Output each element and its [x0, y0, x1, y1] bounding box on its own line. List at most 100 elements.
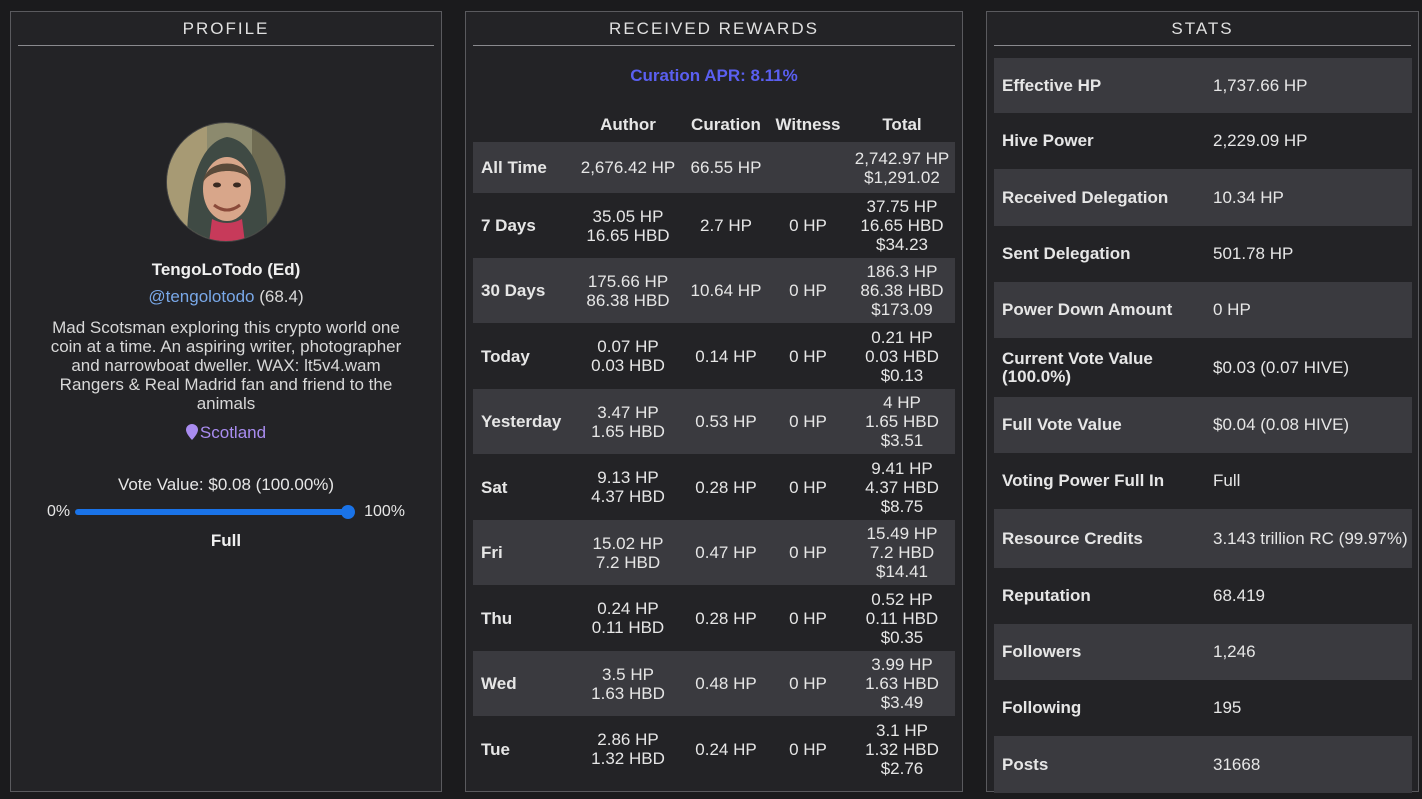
stat-label: Power Down Amount	[1002, 300, 1173, 319]
author-cell: 0.24 HP 0.11 HBD	[591, 599, 665, 637]
stat-label: Received Delegation	[1002, 187, 1169, 207]
stats-panel: STATS Effective HP 1,737.66 HP Hive Power 2…	[986, 11, 1419, 793]
stat-label: Followers	[1002, 642, 1082, 661]
stat-row: Resource Credits 3.143 trillion RC (99.97…	[994, 509, 1412, 568]
author-cell: 2.86 HP 1.32 HBD	[591, 730, 665, 768]
stat-value: 1,737.66 HP	[1213, 75, 1308, 95]
period-cell: Today	[481, 346, 530, 366]
profile-handle-line: @tengolotodo (68.4)	[11, 287, 441, 307]
witness-cell: 0 HP	[789, 608, 827, 628]
stat-row: Posts 31668	[994, 736, 1412, 793]
rewards-row: Sat 9.13 HP 4.37 HBD 0.28 HP 0 HP 9.41 HP 4.…	[473, 454, 955, 520]
total-cell: 9.41 HP 4.37 HBD $8.75	[865, 458, 939, 516]
stat-value: 2,229.09 HP	[1213, 131, 1308, 150]
period-cell: Wed	[481, 674, 517, 693]
witness-cell: 0 HP	[789, 216, 827, 235]
witness-cell: 0 HP	[789, 412, 827, 431]
period-cell: Thu	[481, 608, 513, 628]
vote-weight-slider-row: 0% 100%	[47, 503, 405, 523]
slider-min-label: 0%	[47, 503, 71, 520]
profile-location-label: Scotland	[199, 423, 267, 442]
period-cell: All Time	[481, 158, 547, 177]
curation-apr: Curation APR: 8.11%	[630, 66, 798, 85]
rewards-row: 30 Days 175.66 HP 86.38 HBD 10.64 HP 0 HP 18…	[473, 258, 955, 323]
witness-cell: 0 HP	[789, 739, 827, 759]
slider-max-label: 100%	[364, 503, 405, 520]
rewards-panel: RECEIVED REWARDS Curation APR: 8.11% Aut…	[465, 11, 963, 792]
stat-label: Effective HP	[1002, 75, 1102, 95]
stat-row: Following 195	[994, 680, 1412, 736]
total-cell: 4 HP 1.65 HBD $3.51	[865, 393, 939, 450]
stat-value: 0 HP	[1213, 300, 1251, 319]
avatar-image	[167, 123, 285, 241]
rewards-row: Today 0.07 HP 0.03 HBD 0.14 HP 0 HP 0.21 HP …	[473, 323, 955, 389]
witness-cell: 0 HP	[789, 674, 827, 693]
stat-label: Following	[1002, 698, 1082, 717]
total-cell: 2,742.97 HP $1,291.02	[854, 148, 950, 187]
stat-row: Reputation 68.419	[994, 568, 1412, 624]
rewards-row: 7 Days 35.05 HP 16.65 HBD 2.7 HP 0 HP 37.75 …	[473, 193, 955, 258]
stat-value: 501.78 HP	[1213, 244, 1294, 263]
stat-value: Full	[1213, 471, 1241, 490]
stat-value: 195	[1213, 698, 1242, 717]
rewards-table: Author Curation Witness Total All Time 2,…	[473, 108, 955, 782]
stat-value: 10.34 HP	[1213, 187, 1284, 207]
stat-value: 68.419	[1213, 586, 1265, 605]
stat-label: Voting Power Full In	[1002, 471, 1165, 490]
avatar[interactable]	[166, 122, 286, 242]
stat-label: Hive Power	[1002, 131, 1094, 150]
curation-cell: 0.24 HP	[695, 739, 757, 759]
curation-cell: 0.48 HP	[695, 674, 757, 693]
rewards-row: Tue 2.86 HP 1.32 HBD 0.24 HP 0 HP 3.1 HP 1.3…	[473, 716, 955, 782]
curation-cell: 0.53 HP	[695, 412, 757, 431]
stat-row: Hive Power 2,229.09 HP	[994, 113, 1412, 169]
stat-row: Sent Delegation 501.78 HP	[994, 226, 1412, 282]
vote-weight-slider-handle[interactable]	[341, 505, 355, 519]
stat-row: Voting Power Full In Full	[994, 453, 1412, 509]
rewards-row: Yesterday 3.47 HP 1.65 HBD 0.53 HP 0 HP 4 HP…	[473, 389, 955, 454]
curation-cell: 0.28 HP	[695, 477, 757, 497]
period-cell: 30 Days	[481, 281, 546, 300]
period-cell: Sat	[481, 477, 508, 497]
witness-cell: 0 HP	[789, 543, 827, 562]
total-cell: 37.75 HP 16.65 HBD $34.23	[860, 197, 944, 254]
period-cell: Tue	[481, 739, 510, 759]
column-header-total: Total	[882, 115, 922, 134]
curation-cell: 2.7 HP	[700, 216, 752, 235]
vote-weight-slider[interactable]	[75, 509, 349, 515]
stat-value: $0.03 (0.07 HIVE)	[1213, 357, 1350, 377]
stat-value: 1,246	[1213, 642, 1256, 661]
stat-row: Effective HP 1,737.66 HP	[994, 58, 1412, 113]
column-header-author: Author	[600, 115, 656, 134]
rewards-row: Thu 0.24 HP 0.11 HBD 0.28 HP 0 HP 0.52 HP 0.…	[473, 585, 955, 651]
curation-cell: 0.47 HP	[695, 543, 757, 562]
map-pin-icon	[185, 424, 198, 440]
profile-panel: PROFILE TengoLoTodo (Ed) @tengolotodo (6…	[10, 11, 442, 792]
stat-label: Posts	[1002, 754, 1049, 774]
stats-list: Effective HP 1,737.66 HP Hive Power 2,229.0…	[994, 58, 1412, 793]
author-cell: 3.47 HP 1.65 HBD	[591, 402, 665, 441]
profile-handle-link[interactable]: @tengolotodo	[148, 287, 254, 306]
profile-panel-title: PROFILE	[18, 12, 434, 46]
total-cell: 186.3 HP 86.38 HBD $173.09	[860, 262, 944, 319]
author-cell: 0.07 HP 0.03 HBD	[591, 337, 665, 375]
profile-bio: Mad Scotsman exploring this crypto world…	[50, 318, 402, 413]
column-header-witness: Witness	[775, 115, 841, 134]
column-header-curation: Curation	[691, 115, 761, 134]
witness-cell: 0 HP	[789, 346, 827, 366]
stat-label: Current Vote Value (100.0%)	[1002, 348, 1153, 386]
curation-cell: 10.64 HP	[690, 281, 762, 300]
stat-value: $0.04 (0.08 HIVE)	[1213, 415, 1350, 434]
profile-reputation: (68.4)	[259, 287, 304, 306]
witness-cell: 0 HP	[789, 281, 827, 300]
stat-row: Power Down Amount 0 HP	[994, 282, 1412, 338]
stat-row: Full Vote Value $0.04 (0.08 HIVE)	[994, 397, 1412, 453]
stat-value: 3.143 trillion RC (99.97%)	[1213, 528, 1408, 548]
total-cell: 3.99 HP 1.63 HBD $3.49	[865, 655, 939, 712]
curation-cell: 0.28 HP	[695, 608, 757, 628]
author-cell: 15.02 HP 7.2 HBD	[592, 533, 664, 572]
author-cell: 35.05 HP 16.65 HBD	[586, 206, 670, 245]
author-cell: 9.13 HP 4.37 HBD	[591, 468, 665, 506]
curation-cell: 66.55 HP	[690, 158, 762, 177]
author-cell: 2,676.42 HP	[580, 158, 676, 177]
